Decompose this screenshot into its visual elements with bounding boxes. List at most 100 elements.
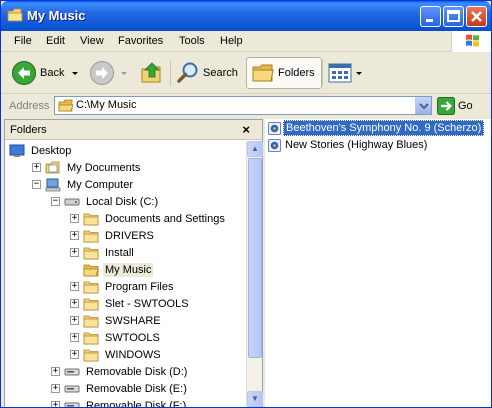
forward-button[interactable] xyxy=(89,57,129,89)
tree-item-label: My Computer xyxy=(67,178,134,191)
tree-item[interactable]: Removable Disk (F:) xyxy=(64,397,188,407)
folder-icon xyxy=(83,314,99,328)
menu-view[interactable]: View xyxy=(80,35,104,47)
tree-item-label: WINDOWS xyxy=(105,348,161,361)
tree-item[interactable]: Install xyxy=(83,244,136,261)
scroll-up-button[interactable]: ▲ xyxy=(247,141,263,157)
toolbar: Back Search Folders xyxy=(1,53,491,94)
window-title: My Music xyxy=(27,8,86,23)
back-arrow-icon xyxy=(12,61,36,85)
menu-file[interactable]: File xyxy=(14,35,32,47)
views-button[interactable] xyxy=(328,57,364,89)
tree-item[interactable]: Local Disk (C:) xyxy=(64,193,160,210)
expand-icon[interactable]: + xyxy=(70,333,79,342)
search-icon xyxy=(177,62,198,83)
collapse-icon[interactable]: − xyxy=(32,180,41,189)
folders-button[interactable]: Folders xyxy=(246,57,322,89)
tree-item[interactable]: DRIVERS xyxy=(83,227,156,244)
desktop-icon xyxy=(9,144,25,158)
tree-item[interactable]: My Computer xyxy=(45,176,135,193)
file-name: Beethoven's Symphony No. 9 (Scherzo) xyxy=(283,120,485,136)
tree-item[interactable]: My Music xyxy=(83,261,154,278)
collapse-icon[interactable]: − xyxy=(51,197,60,206)
tree-item[interactable]: Slet - SWTOOLS xyxy=(83,295,191,312)
expand-icon[interactable]: + xyxy=(70,214,79,223)
scroll-thumb[interactable] xyxy=(248,158,262,358)
folder-tree[interactable]: Desktop + My Documents − My Computer − Local D… xyxy=(5,141,246,407)
expand-icon[interactable]: + xyxy=(70,231,79,240)
folders-pane-title: Folders xyxy=(10,124,47,136)
expand-icon[interactable]: + xyxy=(51,401,60,407)
chevron-down-icon xyxy=(356,72,362,75)
explorer-window: My Music File Edit View Favorites Tools … xyxy=(0,0,492,408)
tree-item-label: Install xyxy=(105,246,134,259)
folder-icon xyxy=(83,280,99,294)
tree-item[interactable]: Program Files xyxy=(83,278,175,295)
back-label: Back xyxy=(40,67,65,79)
tree-item-label: Removable Disk (E:) xyxy=(86,382,187,395)
tree-item[interactable]: Removable Disk (D:) xyxy=(64,363,189,380)
my-computer-icon xyxy=(45,178,61,192)
tree-item[interactable]: Documents and Settings xyxy=(83,210,227,227)
folder-icon xyxy=(83,246,99,260)
close-icon[interactable]: × xyxy=(242,122,250,137)
tree-item[interactable]: WINDOWS xyxy=(83,346,163,363)
chevron-down-icon xyxy=(419,103,429,110)
folder-icon xyxy=(7,8,23,22)
expand-icon[interactable]: + xyxy=(70,350,79,359)
tree-item-label: Slet - SWTOOLS xyxy=(105,297,189,310)
minimize-button[interactable] xyxy=(420,6,441,27)
maximize-button[interactable] xyxy=(443,6,464,27)
tree-item-label: Removable Disk (D:) xyxy=(86,365,188,378)
open-folder-icon xyxy=(58,99,74,112)
folders-icon xyxy=(252,64,274,82)
expand-icon[interactable]: + xyxy=(51,367,60,376)
title-bar[interactable]: My Music xyxy=(1,1,491,31)
menu-tools[interactable]: Tools xyxy=(179,35,205,47)
tree-item[interactable]: Removable Disk (E:) xyxy=(64,380,189,397)
address-value: C:\My Music xyxy=(76,99,137,111)
tree-item-label: SWTOOLS xyxy=(105,331,160,344)
menu-edit[interactable]: Edit xyxy=(46,35,65,47)
go-button[interactable]: Go xyxy=(437,97,473,115)
audio-file-icon xyxy=(268,121,281,135)
chevron-down-icon xyxy=(121,72,127,75)
folders-pane-header: Folders × xyxy=(5,120,262,140)
tree-item-label: Documents and Settings xyxy=(105,212,225,225)
go-arrow-icon xyxy=(437,97,455,115)
tree-item-label: Program Files xyxy=(105,280,174,293)
folder-icon xyxy=(83,212,99,226)
expand-icon[interactable]: + xyxy=(51,384,60,393)
tree-item-label: SWSHARE xyxy=(105,314,161,327)
tree-item[interactable]: SWTOOLS xyxy=(83,329,162,346)
file-item[interactable]: Beethoven's Symphony No. 9 (Scherzo) xyxy=(268,120,485,136)
drive-icon xyxy=(64,195,80,209)
search-button[interactable]: Search xyxy=(176,57,238,89)
tree-item-label: DRIVERS xyxy=(105,229,154,242)
file-list[interactable]: Beethoven's Symphony No. 9 (Scherzo) New … xyxy=(265,119,491,407)
file-item[interactable]: New Stories (Highway Blues) xyxy=(268,137,429,153)
expand-icon[interactable]: + xyxy=(32,163,41,172)
close-button[interactable] xyxy=(466,6,487,27)
expand-icon[interactable]: + xyxy=(70,299,79,308)
scroll-down-button[interactable]: ▼ xyxy=(247,391,263,407)
menu-bar: File Edit View Favorites Tools Help xyxy=(1,31,491,52)
tree-item[interactable]: Desktop xyxy=(9,142,73,159)
address-label: Address xyxy=(9,100,50,112)
address-input[interactable]: C:\My Music xyxy=(54,96,432,115)
address-dropdown-button[interactable] xyxy=(415,97,431,114)
expand-icon[interactable]: + xyxy=(70,248,79,257)
tree-item[interactable]: My Documents xyxy=(45,159,142,176)
tree-item-label: My Music xyxy=(103,262,154,277)
open-folder-icon xyxy=(83,263,99,277)
expand-icon[interactable]: + xyxy=(70,282,79,291)
expand-icon[interactable]: + xyxy=(70,316,79,325)
vertical-scrollbar[interactable]: ▲ ▼ xyxy=(246,141,263,407)
back-button[interactable]: Back xyxy=(11,57,80,89)
close-icon xyxy=(471,11,482,22)
folders-pane: Folders × Desktop + My Documents − My Comput… xyxy=(4,119,263,407)
tree-item[interactable]: SWSHARE xyxy=(83,312,163,329)
menu-help[interactable]: Help xyxy=(220,35,243,47)
menu-favorites[interactable]: Favorites xyxy=(118,35,163,47)
up-folder-button[interactable] xyxy=(139,57,165,89)
